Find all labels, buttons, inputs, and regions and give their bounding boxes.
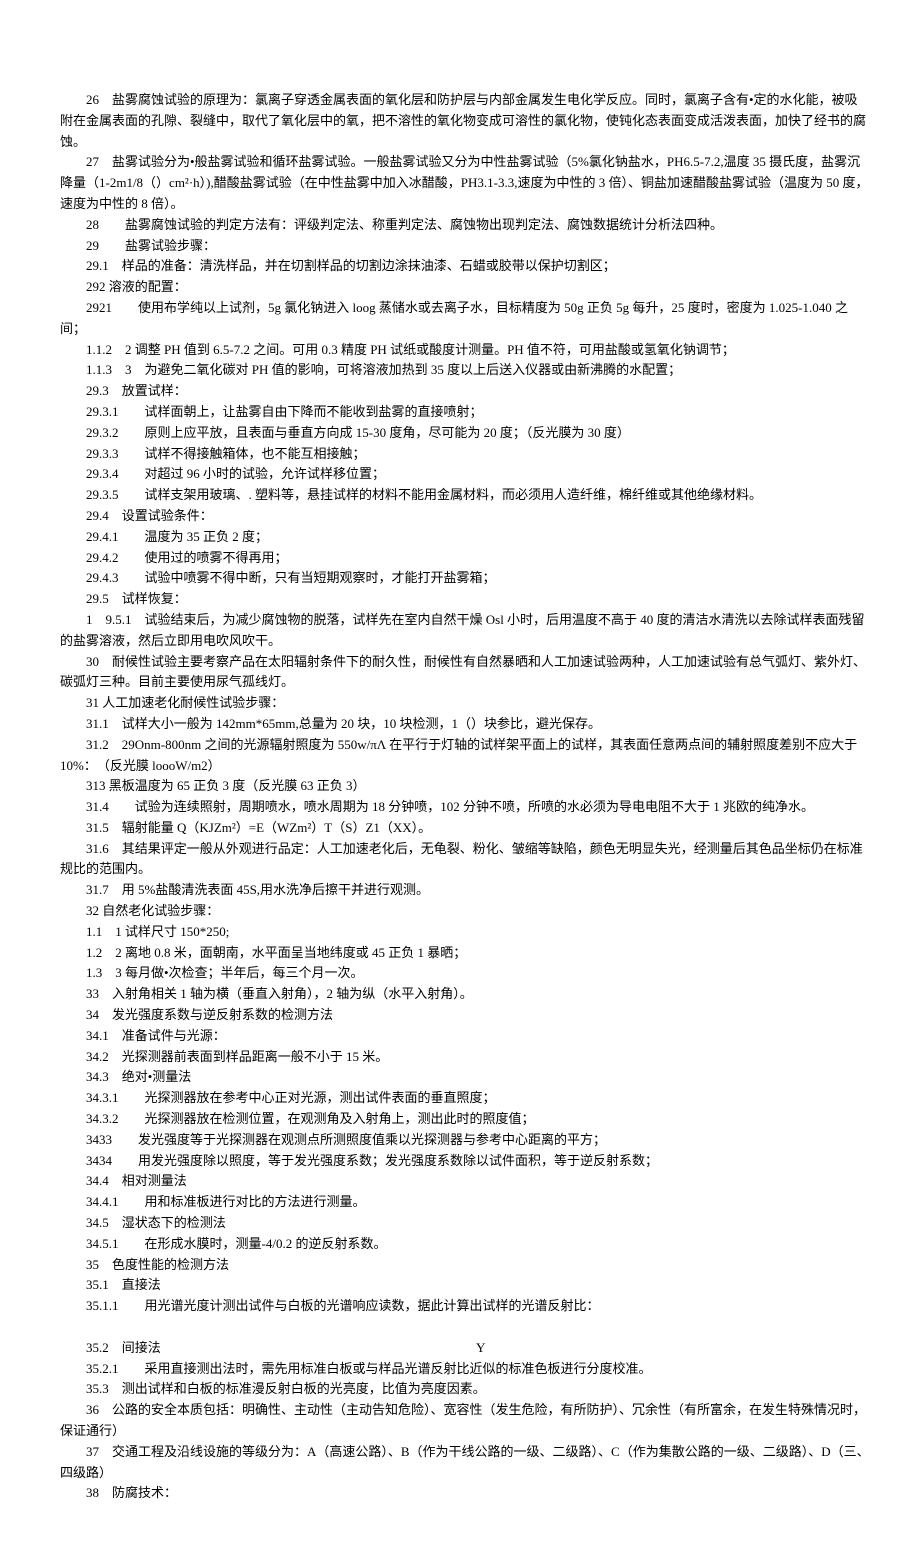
paragraph-1-1-3: 1.1.3 3 为避免二氧化碳对 PH 值的影响，可将溶液加热到 35 度以上后… — [60, 360, 870, 381]
paragraph-35: 35 色度性能的检测方法 — [60, 1255, 870, 1276]
paragraph-29-3-5: 29.3.5 试样支架用玻璃、. 塑料等，悬挂试样的材料不能用金属材料，而必须用… — [60, 485, 870, 506]
paragraph-31-1: 31.1 试样大小一般为 142mm*65mm,总量为 20 块，10 块检测，… — [60, 714, 870, 735]
paragraph-26: 26 盐雾腐蚀试验的原理为：氯离子穿透金属表面的氧化层和防护层与内部金属发生电化… — [60, 90, 870, 152]
paragraph-1-1-2: 1.1.2 2 调整 PH 值到 6.5-7.2 之间。可用 0.3 精度 PH… — [60, 340, 870, 361]
paragraph-313: 313 黑板温度为 65 正负 3 度（反光膜 63 正负 3） — [60, 776, 870, 797]
paragraph-34-3-2: 34.3.2 光探测器放在检测位置，在观测角及入射角上，测出此时的照度值； — [60, 1109, 870, 1130]
paragraph-36: 36 公路的安全本质包括：明确性、主动性（主动告知危险）、宽容性（发生危险，有所… — [60, 1400, 870, 1442]
paragraph-35-2-y: Y — [476, 1340, 485, 1355]
paragraph-34-4-1: 34.4.1 用和标准板进行对比的方法进行测量。 — [60, 1192, 870, 1213]
paragraph-29: 29 盐雾试验步骤： — [60, 236, 870, 257]
paragraph-29-5: 29.5 试样恢复： — [60, 589, 870, 610]
paragraph-1-9-5-1: 1 9.5.1 试验结束后，为减少腐蚀物的脱落，试样先在室内自然干燥 Osl 小… — [60, 610, 870, 652]
paragraph-29-4: 29.4 设置试验条件： — [60, 506, 870, 527]
paragraph-292: 292 溶液的配置： — [60, 277, 870, 298]
paragraph-35-1-1: 35.1.1 用光谱光度计测出试件与白板的光谱响应读数，据此计算出试样的光谱反射… — [60, 1296, 870, 1317]
paragraph-1-3: 1.3 3 每月做•次检查；半年后，每三个月一次。 — [60, 963, 870, 984]
paragraph-31-5: 31.5 辐射能量 Q（KJZm²）=E（WZm²）T（S）Z1（XX）。 — [60, 818, 870, 839]
paragraph-35-2: 35.2 间接法 Y — [60, 1338, 870, 1359]
paragraph-29-4-2: 29.4.2 使用过的喷雾不得再用； — [60, 548, 870, 569]
paragraph-29-3-4: 29.3.4 对超过 96 小时的试验，允许试样移位置； — [60, 464, 870, 485]
paragraph-2921: 2921 使用布学纯以上试剂，5g 氯化钠进入 loog 蒸储水或去离子水，目标… — [60, 298, 870, 340]
paragraph-29-1: 29.1 样品的准备：清洗样品，并在切割样品的切割边涂抹油漆、石蜡或胶带以保护切… — [60, 256, 870, 277]
paragraph-31-4: 31.4 试验为连续照射，周期喷水，喷水周期为 18 分钟喷，102 分钟不喷，… — [60, 797, 870, 818]
paragraph-29-3: 29.3 放置试样： — [60, 381, 870, 402]
paragraph-35-3: 35.3 测出试样和白板的标准漫反射白板的光亮度，比值为亮度因素。 — [60, 1379, 870, 1400]
paragraph-29-4-3: 29.4.3 试验中喷雾不得中断，只有当短期观察时，才能打开盐雾箱； — [60, 568, 870, 589]
paragraph-34: 34 发光强度系数与逆反射系数的检测方法 — [60, 1005, 870, 1026]
paragraph-3434: 3434 用发光强度除以照度，等于发光强度系数；发光强度系数除以试件面积，等于逆… — [60, 1151, 870, 1172]
paragraph-33: 33 入射角相关 1 轴为横（垂直入射角），2 轴为纵（水平入射角）。 — [60, 984, 870, 1005]
paragraph-29-4-1: 29.4.1 温度为 35 正负 2 度； — [60, 527, 870, 548]
paragraph-1-1: 1.1 1 试样尺寸 150*250; — [60, 922, 870, 943]
paragraph-34-5-1: 34.5.1 在形成水膜时，测量-4/0.2 的逆反射系数。 — [60, 1234, 870, 1255]
paragraph-3433: 3433 发光强度等于光探测器在观测点所测照度值乘以光探测器与参考中心距离的平方… — [60, 1130, 870, 1151]
paragraph-32: 32 自然老化试验步骤： — [60, 901, 870, 922]
paragraph-28: 28 盐雾腐蚀试验的判定方法有：评级判定法、称重判定法、腐蚀物出现判定法、腐蚀数… — [60, 215, 870, 236]
paragraph-27: 27 盐雾试验分为•般盐雾试验和循环盐雾试验。一般盐雾试验又分为中性盐雾试验（5… — [60, 152, 870, 214]
paragraph-34-1: 34.1 准备试件与光源： — [60, 1026, 870, 1047]
paragraph-29-3-2: 29.3.2 原则上应平放，且表面与垂直方向成 15-30 度角，尽可能为 20… — [60, 423, 870, 444]
paragraph-31-6: 31.6 其结果评定一般从外观进行品定：人工加速老化后，无龟裂、粉化、皱缩等缺陷… — [60, 839, 870, 881]
paragraph-34-3-1: 34.3.1 光探测器放在参考中心正对光源，测出试件表面的垂直照度； — [60, 1088, 870, 1109]
paragraph-35-2-1: 35.2.1 采用直接测出法时，需先用标准白板或与样品光谱反射比近似的标准色板进… — [60, 1359, 870, 1380]
paragraph-37: 37 交通工程及沿线设施的等级分为：A（高速公路）、B（作为干线公路的一级、二级… — [60, 1442, 870, 1484]
paragraph-35-1: 35.1 直接法 — [60, 1275, 870, 1296]
paragraph-34-4: 34.4 相对测量法 — [60, 1171, 870, 1192]
paragraph-38: 38 防腐技术： — [60, 1483, 870, 1504]
paragraph-30: 30 耐候性试验主要考察产品在太阳辐射条件下的耐久性，耐候性有自然暴晒和人工加速… — [60, 652, 870, 694]
paragraph-blank — [60, 1317, 870, 1338]
paragraph-29-3-3: 29.3.3 试样不得接触箱体，也不能互相接触； — [60, 444, 870, 465]
paragraph-31: 31 人工加速老化耐候性试验步骤： — [60, 693, 870, 714]
paragraph-31-2: 31.2 29Onm-800nm 之间的光源辐射照度为 550w/πΛ 在平行于… — [60, 735, 870, 777]
paragraph-34-2: 34.2 光探测器前表面到样品距离一般不小于 15 米。 — [60, 1047, 870, 1068]
paragraph-1-2: 1.2 2 离地 0.8 米，面朝南，水平面呈当地纬度或 45 正负 1 暴晒； — [60, 943, 870, 964]
paragraph-34-3: 34.3 绝对•测量法 — [60, 1067, 870, 1088]
paragraph-34-5: 34.5 湿状态下的检测法 — [60, 1213, 870, 1234]
paragraph-31-7: 31.7 用 5%盐酸清洗表面 45S,用水洗净后擦干并进行观测。 — [60, 880, 870, 901]
paragraph-35-2-label: 35.2 间接法 — [86, 1340, 161, 1355]
paragraph-29-3-1: 29.3.1 试样面朝上，让盐雾自由下降而不能收到盐雾的直接喷射； — [60, 402, 870, 423]
